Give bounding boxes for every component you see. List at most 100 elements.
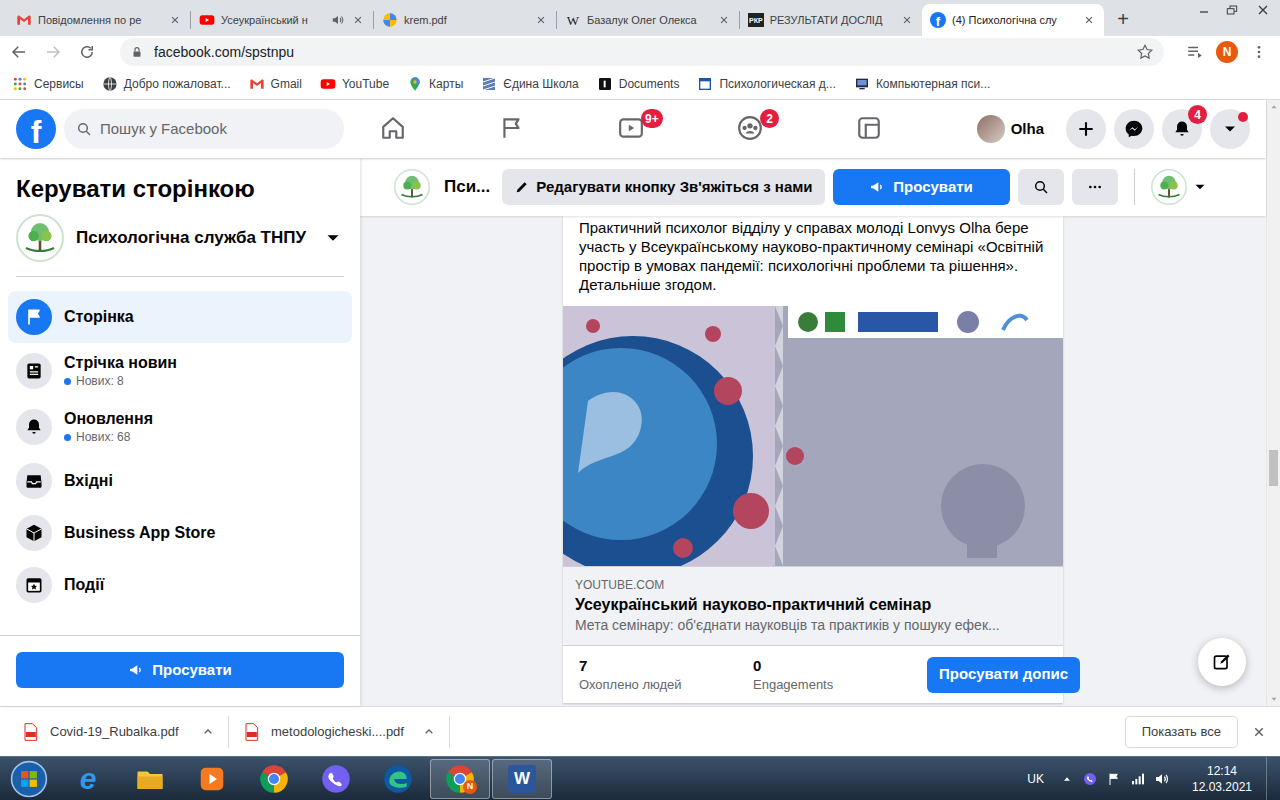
forward-icon[interactable] <box>40 39 66 65</box>
taskbar-app[interactable]: N <box>430 759 490 799</box>
sidebar-item[interactable]: Business App Store <box>8 507 352 559</box>
bookmark[interactable]: Психологическая д... <box>697 75 835 93</box>
promote-button[interactable]: Просувати <box>16 652 344 688</box>
show-desktop-button[interactable] <box>1266 757 1280 800</box>
create-icon <box>1076 119 1096 139</box>
close-icon[interactable] <box>168 13 182 27</box>
taskbar-app[interactable] <box>306 759 366 799</box>
minimize-icon[interactable] <box>1190 0 1218 20</box>
sidebar-item[interactable]: Сторінка <box>8 291 352 343</box>
browser-tab[interactable]: РКРРЕЗУЛЬТАТИ ДОСЛІД <box>740 4 922 36</box>
taskbar-app[interactable]: W <box>492 759 552 799</box>
bookmark[interactable]: Єдина Школа <box>481 75 578 93</box>
language-indicator[interactable]: UK <box>1027 770 1044 788</box>
close-icon[interactable] <box>534 13 548 27</box>
bookmark[interactable]: Gmail <box>249 75 302 93</box>
restore-icon[interactable] <box>1218 0 1246 20</box>
create-button[interactable] <box>1066 109 1106 149</box>
scrollbar[interactable] <box>1266 100 1280 706</box>
nav-tab[interactable]: 2 <box>690 101 809 157</box>
internet-explorer-icon: e <box>73 764 103 794</box>
taskbar-app[interactable] <box>244 759 304 799</box>
scroll-up-icon[interactable] <box>1269 102 1279 112</box>
bookmark-label: Добро пожаловат... <box>124 75 231 93</box>
toolbar: facebook.com/spstnpu N <box>0 36 1280 68</box>
profile-avatar[interactable]: N <box>1216 41 1238 63</box>
caret-icon <box>322 227 344 249</box>
volume-icon[interactable] <box>1154 771 1170 787</box>
search-button[interactable] <box>1018 169 1064 205</box>
bookmark[interactable]: Сервисы <box>12 75 84 93</box>
browser-tab[interactable]: krem.pdf <box>374 4 556 36</box>
close-icon[interactable] <box>717 13 731 27</box>
sidebar-item[interactable]: Події <box>8 559 352 611</box>
back-icon[interactable] <box>6 39 32 65</box>
viber-tray-icon[interactable] <box>1082 771 1098 787</box>
bookmark[interactable]: Добро пожаловат... <box>102 75 231 93</box>
omnibox[interactable]: facebook.com/spstnpu <box>120 38 1164 66</box>
caret-up-icon[interactable] <box>200 724 216 740</box>
show-all-button[interactable]: Показать все <box>1125 716 1238 748</box>
sidebar-item[interactable]: Стрічка новинНових: 8 <box>8 343 352 399</box>
search-box[interactable] <box>64 109 344 149</box>
gmail-icon <box>16 12 32 28</box>
edit-contact-button[interactable]: Редагувати кнопку Зв'яжіться з нами <box>502 169 824 205</box>
reload-icon[interactable] <box>74 39 100 65</box>
psych-icon <box>697 76 713 92</box>
menu-icon[interactable] <box>1246 39 1272 65</box>
nav-tab[interactable] <box>452 101 571 157</box>
nav-tab[interactable] <box>809 101 928 157</box>
close-icon[interactable] <box>1250 723 1268 741</box>
nav-tab[interactable] <box>333 101 452 157</box>
close-icon[interactable] <box>1082 13 1096 27</box>
network-icon[interactable] <box>1130 771 1146 787</box>
download-item[interactable]: metodologicheski....pdf <box>229 712 449 752</box>
more-button[interactable] <box>1072 169 1118 205</box>
docs-icon <box>597 76 613 92</box>
bookmark[interactable]: Documents <box>597 75 680 93</box>
close-icon[interactable] <box>351 13 365 27</box>
browser-tab[interactable]: Усеукраїнський н <box>191 4 373 36</box>
chrome-icon <box>259 764 289 794</box>
action-center-icon[interactable] <box>1106 771 1122 787</box>
messenger-button[interactable] <box>1114 109 1154 149</box>
account-button[interactable] <box>1210 109 1250 149</box>
new-message-button[interactable] <box>1198 638 1246 686</box>
download-item[interactable]: Covid-19_Rubalka.pdf <box>8 712 228 752</box>
scroll-down-icon[interactable] <box>1269 694 1279 704</box>
browser-tab[interactable]: f(4) Психологічна слу <box>922 4 1104 36</box>
star-icon[interactable] <box>1136 43 1154 61</box>
taskbar-app[interactable] <box>368 759 428 799</box>
bookmark[interactable]: Компьютерная пси... <box>854 75 990 93</box>
page-selector[interactable]: Психологічна служба ТНПУ <box>16 214 344 277</box>
taskbar-app[interactable] <box>182 759 242 799</box>
profile-button[interactable]: Olha <box>973 111 1054 147</box>
reading-list-icon[interactable] <box>1182 39 1208 65</box>
browser-tab[interactable]: Повідомлення по ре <box>8 4 190 36</box>
scroll-thumb[interactable] <box>1269 450 1278 486</box>
bookmark[interactable]: Карты <box>407 75 463 93</box>
close-icon[interactable] <box>900 13 914 27</box>
new-tab-button[interactable]: + <box>1112 8 1134 30</box>
start-button-icon[interactable] <box>10 760 48 798</box>
facebook-logo[interactable]: f <box>16 109 56 149</box>
page-switcher[interactable] <box>1151 169 1209 205</box>
browser-tab[interactable]: WБазалук Олег Олекса <box>557 4 739 36</box>
bookmark[interactable]: YouTube <box>320 75 389 93</box>
taskbar-app[interactable] <box>120 759 180 799</box>
link-preview[interactable]: YOUTUBE.COMУсеукраїнський науково-практи… <box>563 566 1063 646</box>
facebook-page: f9+2Olha4Керувати сторінкоюПсихологічна … <box>0 100 1266 706</box>
clock[interactable]: 12:1412.03.2021 <box>1186 763 1258 795</box>
search-input[interactable] <box>100 118 332 141</box>
caret-up-icon[interactable] <box>421 724 437 740</box>
sidebar-item[interactable]: Вхідні <box>8 455 352 507</box>
sidebar-item[interactable]: ОновленняНових: 68 <box>8 399 352 455</box>
nav-tab[interactable]: 9+ <box>571 101 690 157</box>
post-image[interactable] <box>563 306 1063 566</box>
show-hidden-icons-icon[interactable] <box>1060 772 1074 786</box>
promote-button[interactable]: Просувати <box>833 169 1010 205</box>
taskbar-app[interactable]: e <box>58 759 118 799</box>
close-window-icon[interactable] <box>1246 0 1280 20</box>
boost-post-button[interactable]: Просувати допис <box>927 657 1080 693</box>
notifications-button[interactable]: 4 <box>1162 109 1202 149</box>
